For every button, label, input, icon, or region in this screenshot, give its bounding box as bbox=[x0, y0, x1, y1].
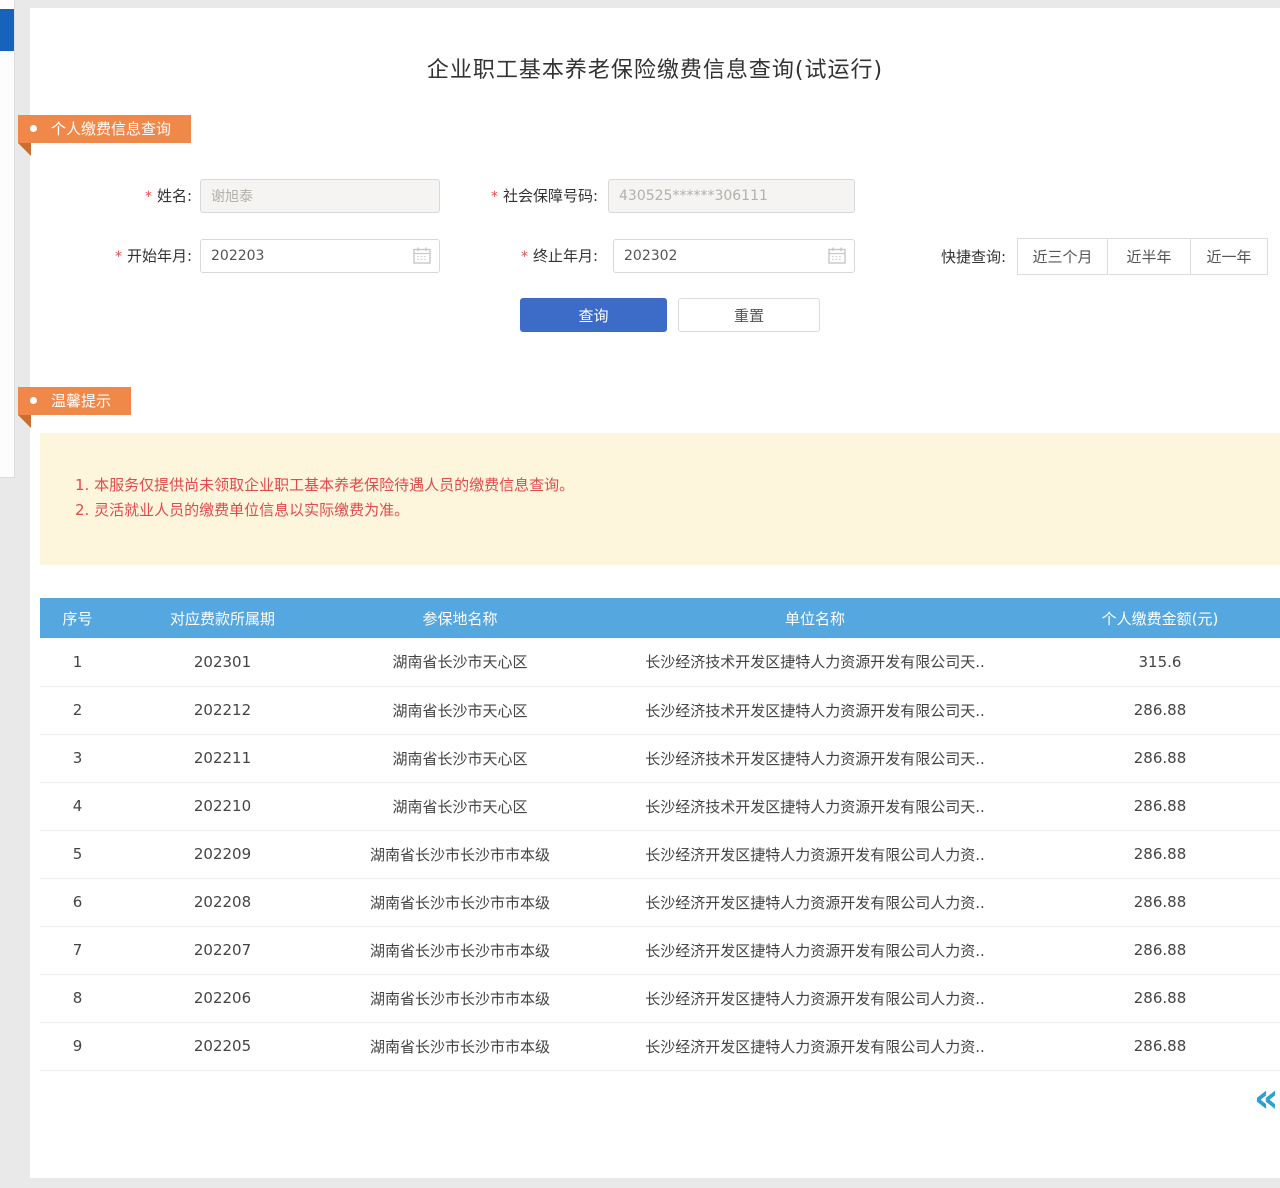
section-badge-label: 温馨提示 bbox=[51, 392, 111, 410]
table-cell: 长沙经济技术开发区捷特人力资源开发有限公司天.. bbox=[590, 638, 1040, 686]
start-month-label: *开始年月: bbox=[80, 239, 192, 274]
table-cell: 286.88 bbox=[1040, 1022, 1280, 1070]
table-cell: 202212 bbox=[115, 686, 330, 734]
table-cell: 湖南省长沙市长沙市市本级 bbox=[330, 926, 590, 974]
table-cell: 8 bbox=[40, 974, 115, 1022]
table-cell: 3 bbox=[40, 734, 115, 782]
collapsed-sidebar bbox=[0, 0, 15, 478]
tips-notice-box: 1. 本服务仅提供尚未领取企业职工基本养老保险待遇人员的缴费信息查询。 2. 灵… bbox=[40, 433, 1280, 565]
table-cell: 2 bbox=[40, 686, 115, 734]
collapse-chevron-icon[interactable]: « bbox=[1254, 1077, 1280, 1119]
table-cell: 长沙经济开发区捷特人力资源开发有限公司人力资.. bbox=[590, 830, 1040, 878]
end-month-field bbox=[613, 239, 855, 273]
quick-query-label: 快捷查询: bbox=[920, 239, 1006, 275]
table-row: 8202206湖南省长沙市长沙市市本级长沙经济开发区捷特人力资源开发有限公司人力… bbox=[40, 974, 1280, 1022]
table-cell: 长沙经济技术开发区捷特人力资源开发有限公司天.. bbox=[590, 782, 1040, 830]
header-fee-period: 对应费款所属期 bbox=[115, 598, 330, 638]
table-cell: 202208 bbox=[115, 878, 330, 926]
table-row: 6202208湖南省长沙市长沙市市本级长沙经济开发区捷特人力资源开发有限公司人力… bbox=[40, 878, 1280, 926]
table-cell: 202210 bbox=[115, 782, 330, 830]
tips-line: 1. 本服务仅提供尚未领取企业职工基本养老保险待遇人员的缴费信息查询。 bbox=[75, 473, 1280, 498]
table-cell: 长沙经济技术开发区捷特人力资源开发有限公司天.. bbox=[590, 734, 1040, 782]
table-cell: 202205 bbox=[115, 1022, 330, 1070]
name-label: *姓名: bbox=[80, 179, 192, 214]
table-cell: 长沙经济开发区捷特人力资源开发有限公司人力资.. bbox=[590, 878, 1040, 926]
quick-last-3-months-button[interactable]: 近三个月 bbox=[1017, 238, 1108, 275]
table-cell: 长沙经济技术开发区捷特人力资源开发有限公司天.. bbox=[590, 686, 1040, 734]
table-row: 9202205湖南省长沙市长沙市市本级长沙经济开发区捷特人力资源开发有限公司人力… bbox=[40, 1022, 1280, 1070]
table-cell: 湖南省长沙市天心区 bbox=[330, 686, 590, 734]
table-cell: 6 bbox=[40, 878, 115, 926]
start-month-input[interactable] bbox=[200, 239, 440, 273]
table-cell: 286.88 bbox=[1040, 974, 1280, 1022]
table-cell: 286.88 bbox=[1040, 926, 1280, 974]
table-header-row: 序号 对应费款所属期 参保地名称 单位名称 个人缴费金额(元) bbox=[40, 598, 1280, 638]
section-badge-tips: 温馨提示 bbox=[18, 387, 131, 415]
quick-last-half-year-button[interactable]: 近半年 bbox=[1107, 238, 1191, 275]
tips-line: 2. 灵活就业人员的缴费单位信息以实际缴费为准。 bbox=[75, 498, 1280, 523]
table-cell: 286.88 bbox=[1040, 830, 1280, 878]
table-cell: 湖南省长沙市长沙市市本级 bbox=[330, 830, 590, 878]
table-cell: 1 bbox=[40, 638, 115, 686]
header-personal-amount: 个人缴费金额(元) bbox=[1040, 598, 1280, 638]
calendar-icon[interactable] bbox=[413, 247, 431, 264]
table-cell: 湖南省长沙市天心区 bbox=[330, 782, 590, 830]
payment-table-body: 1202301湖南省长沙市天心区长沙经济技术开发区捷特人力资源开发有限公司天..… bbox=[40, 638, 1280, 1070]
section-badge-label: 个人缴费信息查询 bbox=[51, 120, 171, 138]
table-cell: 湖南省长沙市长沙市市本级 bbox=[330, 1022, 590, 1070]
table-row: 2202212湖南省长沙市天心区长沙经济技术开发区捷特人力资源开发有限公司天..… bbox=[40, 686, 1280, 734]
table-row: 1202301湖南省长沙市天心区长沙经济技术开发区捷特人力资源开发有限公司天..… bbox=[40, 638, 1280, 686]
table-cell: 286.88 bbox=[1040, 782, 1280, 830]
payment-records-table: 序号 对应费款所属期 参保地名称 单位名称 个人缴费金额(元) 1202301湖… bbox=[40, 598, 1280, 1071]
page-title: 企业职工基本养老保险缴费信息查询(试运行) bbox=[30, 52, 1280, 84]
table-cell: 长沙经济开发区捷特人力资源开发有限公司人力资.. bbox=[590, 1022, 1040, 1070]
name-input[interactable] bbox=[200, 179, 440, 213]
table-cell: 202301 bbox=[115, 638, 330, 686]
required-asterisk: * bbox=[521, 249, 528, 265]
section-badge-personal-payment-query: 个人缴费信息查询 bbox=[18, 115, 191, 143]
table-cell: 202211 bbox=[115, 734, 330, 782]
table-cell: 4 bbox=[40, 782, 115, 830]
sidebar-active-item-fragment[interactable] bbox=[0, 9, 14, 51]
table-cell: 长沙经济开发区捷特人力资源开发有限公司人力资.. bbox=[590, 974, 1040, 1022]
header-unit-name: 单位名称 bbox=[590, 598, 1040, 638]
table-row: 5202209湖南省长沙市长沙市市本级长沙经济开发区捷特人力资源开发有限公司人力… bbox=[40, 830, 1280, 878]
table-cell: 202207 bbox=[115, 926, 330, 974]
table-row: 4202210湖南省长沙市天心区长沙经济技术开发区捷特人力资源开发有限公司天..… bbox=[40, 782, 1280, 830]
header-index: 序号 bbox=[40, 598, 115, 638]
badge-fold-decoration bbox=[18, 415, 31, 428]
end-month-label: *终止年月: bbox=[486, 239, 598, 274]
table-cell: 湖南省长沙市天心区 bbox=[330, 734, 590, 782]
table-cell: 286.88 bbox=[1040, 686, 1280, 734]
table-cell: 9 bbox=[40, 1022, 115, 1070]
start-month-field bbox=[200, 239, 440, 273]
header-insured-place: 参保地名称 bbox=[330, 598, 590, 638]
quick-last-year-button[interactable]: 近一年 bbox=[1190, 238, 1268, 275]
table-cell: 湖南省长沙市长沙市市本级 bbox=[330, 878, 590, 926]
table-cell: 7 bbox=[40, 926, 115, 974]
table-cell: 5 bbox=[40, 830, 115, 878]
table-row: 3202211湖南省长沙市天心区长沙经济技术开发区捷特人力资源开发有限公司天..… bbox=[40, 734, 1280, 782]
table-cell: 长沙经济开发区捷特人力资源开发有限公司人力资.. bbox=[590, 926, 1040, 974]
end-month-input[interactable] bbox=[613, 239, 855, 273]
bullet-dot-icon bbox=[30, 125, 37, 132]
ssn-label: *社会保障号码: bbox=[440, 179, 598, 214]
table-cell: 202206 bbox=[115, 974, 330, 1022]
table-cell: 202209 bbox=[115, 830, 330, 878]
required-asterisk: * bbox=[491, 189, 498, 205]
table-cell: 315.6 bbox=[1040, 638, 1280, 686]
ssn-input[interactable] bbox=[608, 179, 855, 213]
table-cell: 286.88 bbox=[1040, 878, 1280, 926]
table-cell: 湖南省长沙市长沙市市本级 bbox=[330, 974, 590, 1022]
required-asterisk: * bbox=[145, 189, 152, 205]
table-cell: 286.88 bbox=[1040, 734, 1280, 782]
required-asterisk: * bbox=[115, 249, 122, 265]
calendar-icon[interactable] bbox=[828, 247, 846, 264]
table-cell: 湖南省长沙市天心区 bbox=[330, 638, 590, 686]
reset-button[interactable]: 重置 bbox=[678, 298, 820, 332]
query-button[interactable]: 查询 bbox=[520, 298, 667, 332]
table-row: 7202207湖南省长沙市长沙市市本级长沙经济开发区捷特人力资源开发有限公司人力… bbox=[40, 926, 1280, 974]
bullet-dot-icon bbox=[30, 397, 37, 404]
